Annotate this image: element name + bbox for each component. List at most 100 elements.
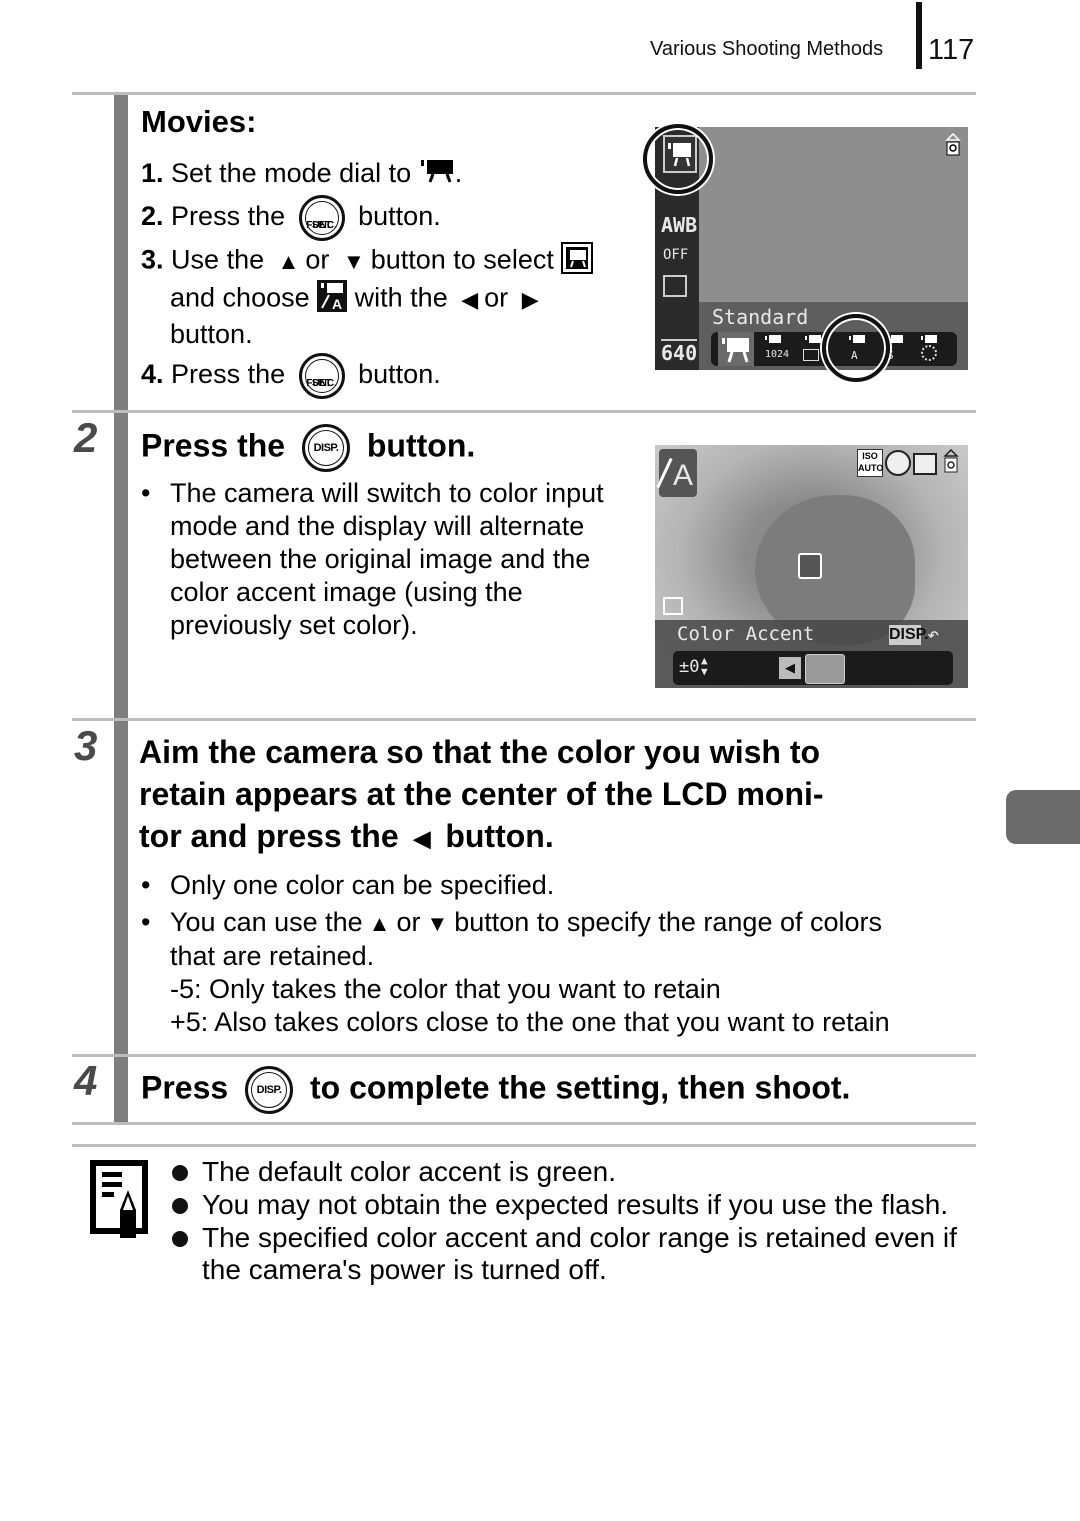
note-item: The default color accent is green.: [170, 1155, 957, 1188]
highlight-circle: [822, 314, 890, 382]
bullet-text: button to specify the range of colors: [454, 907, 883, 937]
menu-item-standard[interactable]: [718, 332, 754, 366]
step-index: 1.: [141, 158, 164, 188]
bullet-line: between the original image and the: [170, 544, 591, 574]
step-number-3: 3: [74, 722, 98, 769]
step-text: button.: [358, 359, 441, 390]
bullet-line: mode and the display will alternate: [170, 511, 585, 541]
chapter-tab: [1006, 790, 1080, 844]
header-divider: [916, 2, 922, 69]
movie-menu-icon: [561, 242, 594, 281]
step-text: with the: [354, 282, 448, 313]
camera-orientation-icon: [943, 448, 959, 475]
movie-glyph-icon: [765, 334, 785, 346]
metering-icon: [663, 275, 687, 297]
my-colors-off-icon: OFF: [663, 247, 689, 263]
disp-button-label[interactable]: DISP.: [889, 625, 929, 645]
disp-button-icon: DISP.: [245, 1066, 294, 1114]
down-arrow-icon: ▼: [426, 911, 449, 937]
bullet-text: that are retained.: [170, 941, 375, 972]
color-accent-mode-icon: A: [317, 280, 348, 319]
bullet-item: • Only one color can be specified.: [141, 869, 890, 906]
step-index: 3.: [141, 244, 164, 275]
heading-text: button.: [366, 427, 476, 464]
metering-icon: [663, 597, 683, 615]
range-note: +5: Also takes colors close to the one t…: [170, 1007, 890, 1038]
heading-line: retain appears at the center of the LCD …: [139, 776, 824, 812]
up-arrow-icon: ▲: [277, 248, 300, 274]
center-target-frame: [798, 553, 822, 579]
return-arrow-icon: ↶: [927, 622, 940, 646]
eyedropper-icon: [656, 457, 673, 489]
step-2-heading: Press the DISP. button.: [141, 424, 475, 472]
lcd-screen-color-accent: A ISO AUTO Color Accent DISP. ↶ ±0 ▲ ▼ ◀: [655, 445, 968, 688]
awb-icon: AWB: [661, 213, 698, 237]
bullet-line: previously set color).: [170, 610, 418, 640]
right-arrow-icon: ▶: [521, 286, 539, 312]
step-text: button.: [358, 201, 441, 232]
step-text: or: [305, 244, 330, 275]
rule-notes-top: [72, 1144, 976, 1147]
bullet-text: Only one color can be specified.: [170, 870, 555, 900]
left-arrow-icon: ◀: [413, 825, 431, 851]
bullet-dot: •: [141, 907, 151, 937]
heading-line: Aim the camera so that the color you wis…: [139, 734, 821, 770]
color-accent-label: Color Accent: [677, 623, 815, 645]
step-text: and choose: [170, 282, 310, 313]
movies-step-4: 4. Press the FUNC. SET button.: [141, 353, 441, 399]
step-3-bullets: • Only one color can be specified. • You…: [141, 869, 890, 1039]
bullet-text: You can use the: [170, 907, 363, 937]
heading-text: to complete the setting, then shoot.: [309, 1069, 851, 1106]
bullet-dot: •: [141, 870, 151, 900]
step-3-heading: Aim the camera so that the color you wis…: [139, 731, 824, 860]
step-index: 2.: [141, 201, 164, 232]
step-bar-4: [114, 1057, 128, 1123]
left-arrow-button[interactable]: ◀: [779, 657, 801, 679]
top-rule: [72, 92, 976, 95]
step-text: Press the: [171, 359, 286, 390]
memo-pencil-icon: [90, 1160, 150, 1240]
page-number: 117: [928, 34, 975, 66]
step-text: Set the mode dial to: [171, 158, 412, 188]
movie-glyph-icon: [921, 334, 941, 346]
highlight-circle: [643, 124, 713, 194]
iso-auto-icon: ISO AUTO: [857, 449, 883, 477]
step-text: Use the: [171, 244, 265, 275]
svg-text:A: A: [332, 296, 342, 312]
camera-orientation-icon: [945, 132, 961, 157]
rule-step-4: [72, 1054, 976, 1057]
func-set-button-icon: FUNC. SET: [298, 353, 345, 399]
up-down-arrows-icon[interactable]: ▲ ▼: [701, 655, 708, 677]
step-bar-3: [114, 721, 128, 1054]
movie-glyph-icon: [887, 334, 907, 346]
range-value: ±0: [679, 657, 700, 677]
rule-step-3: [72, 718, 976, 721]
menu-item-1024[interactable]: 1024: [765, 349, 789, 360]
bullet-dot: •: [141, 478, 151, 508]
step-bar-movies: [114, 95, 128, 412]
bullet-text: or: [396, 907, 421, 937]
heading-line: tor and press the ◀ button.: [139, 815, 824, 860]
step-2-bullet: • The camera will switch to color input …: [141, 477, 604, 642]
single-shot-icon: [913, 453, 937, 475]
range-note: -5: Only takes the color that you want t…: [170, 974, 721, 1005]
rule-step-4-bottom: [72, 1122, 976, 1125]
color-accent-mode-indicator: A: [656, 449, 697, 497]
notes-list: The default color accent is green. You m…: [170, 1155, 957, 1254]
menu-item-time-lapse-icon[interactable]: [921, 345, 937, 361]
movies-step-3: 3. Use the ▲ or ▼ button to select: [141, 242, 594, 281]
step-number-4: 4: [74, 1057, 98, 1104]
movies-title: Movies:: [141, 104, 257, 139]
bullet-line: The camera will switch to color input: [170, 478, 604, 508]
menu-item-postcard-icon[interactable]: [803, 349, 819, 361]
step-text: button to select: [370, 244, 554, 275]
bullet-item: • You can use the ▲ or ▼ button to specify t…: [141, 906, 890, 1039]
step-4-heading: Press DISP. to complete the setting, the…: [141, 1066, 850, 1114]
lcd-mode-label: Standard: [712, 305, 809, 329]
up-arrow-icon: ▲: [368, 911, 391, 937]
movies-step-3-end: button.: [170, 319, 253, 349]
heading-text: Press: [141, 1069, 229, 1106]
movies-step-2: 2. Press the FUNC. SET button.: [141, 195, 441, 241]
func-set-button-icon: FUNC. SET: [298, 195, 345, 241]
accent-color-swatch: [805, 654, 845, 684]
